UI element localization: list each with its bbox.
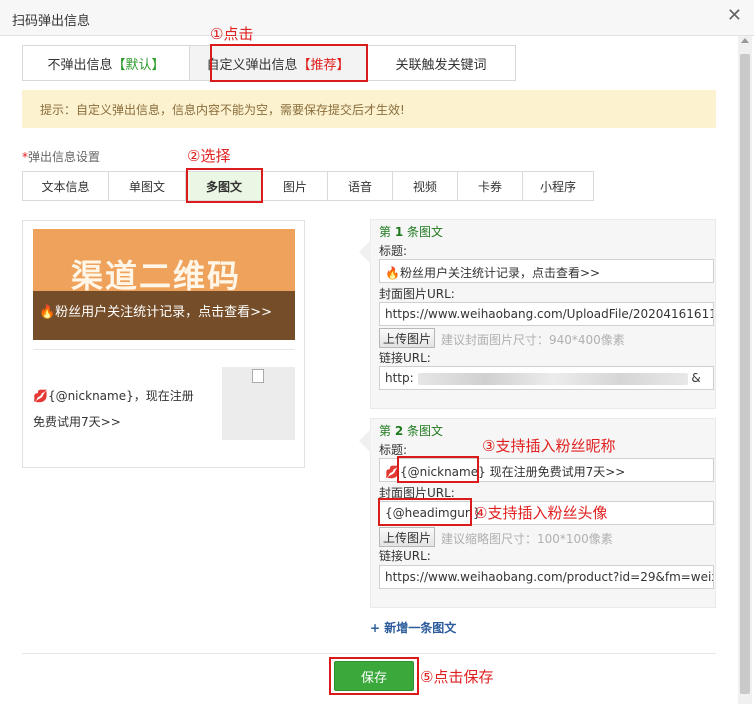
article-2-upload-hint: 建议缩略图尺寸：100*100像素 bbox=[441, 532, 613, 546]
article-1-cover-url-input[interactable]: https://www.weihaobang.com/UploadFile/20… bbox=[379, 302, 714, 326]
tab-text[interactable]: 文本信息 bbox=[22, 171, 109, 201]
close-icon[interactable]: ✕ bbox=[727, 6, 742, 26]
divider bbox=[33, 349, 295, 350]
annotation-select: ②选择 bbox=[187, 147, 231, 165]
broken-image-icon bbox=[252, 369, 264, 383]
annotation-headimg: ④支持插入粉丝头像 bbox=[474, 504, 608, 522]
preview-banner-image[interactable]: 渠道二维码 🔥粉丝用户关注统计记录，点击查看>> bbox=[33, 229, 295, 340]
tab-image[interactable]: 图片 bbox=[262, 171, 328, 201]
heading-number: 1 bbox=[394, 225, 404, 239]
link-url-label: 链接URL: bbox=[379, 351, 431, 365]
link-prefix: http: bbox=[385, 371, 414, 385]
article-1-upload-hint: 建议封面图片尺寸：940*400像素 bbox=[441, 333, 625, 347]
article-1-heading: 第 1 条图文 bbox=[379, 223, 443, 240]
tab-voice[interactable]: 语音 bbox=[327, 171, 393, 201]
tab-label: 关联触发关键词 bbox=[395, 57, 487, 73]
vertical-scrollbar[interactable] bbox=[738, 36, 752, 704]
article-1-link-url-input[interactable]: http: & bbox=[379, 366, 714, 390]
heading-prefix: 第 bbox=[379, 424, 392, 438]
preview-item-2-line1: 💋{@nickname}，现在注册 bbox=[33, 389, 194, 403]
message-type-tabs: 文本信息 单图文 多图文 图片 语音 视频 卡券 小程序 bbox=[22, 171, 594, 201]
footer-divider bbox=[22, 653, 716, 654]
annotation-save: ⑤点击保存 bbox=[420, 668, 494, 686]
tip-banner: 提示：自定义弹出信息，信息内容不能为空，需要保存提交后才生效! bbox=[22, 90, 716, 128]
scrollbar-thumb[interactable] bbox=[740, 54, 750, 694]
article-1-title-input[interactable]: 🔥粉丝用户关注统计记录，点击查看>> bbox=[379, 259, 714, 283]
annotation-box-nickname bbox=[397, 456, 479, 483]
title-label: 标题: bbox=[379, 244, 408, 258]
dialog-titlebar: 扫码弹出信息 ✕ bbox=[0, 0, 754, 36]
tab-video[interactable]: 视频 bbox=[392, 171, 458, 201]
tab-badge-default: 【默认】 bbox=[112, 57, 165, 73]
tab-no-popup[interactable]: 不弹出信息 【默认】 bbox=[22, 45, 190, 81]
cover-url-label: 封面图片URL: bbox=[379, 287, 455, 301]
tab-mini-program[interactable]: 小程序 bbox=[522, 171, 594, 201]
section-label: *弹出信息设置 bbox=[22, 148, 100, 165]
pointer-arrow bbox=[359, 240, 371, 264]
annotation-box-multi-article bbox=[186, 168, 263, 203]
section-label-text: 弹出信息设置 bbox=[28, 150, 101, 164]
dialog-title: 扫码弹出信息 bbox=[12, 14, 91, 29]
heading-number: 2 bbox=[394, 424, 404, 438]
article-2-heading: 第 2 条图文 bbox=[379, 422, 443, 439]
article-1-editor: 第 1 条图文 标题: 🔥粉丝用户关注统计记录，点击查看>> 封面图片URL: … bbox=[359, 219, 716, 409]
annotation-box-save bbox=[329, 657, 419, 695]
tab-single-article[interactable]: 单图文 bbox=[108, 171, 186, 201]
link-suffix: & bbox=[691, 371, 701, 385]
tab-coupon[interactable]: 卡券 bbox=[457, 171, 523, 201]
link-url-label: 链接URL: bbox=[379, 549, 431, 563]
pointer-arrow bbox=[359, 429, 371, 453]
tab-keyword-trigger[interactable]: 关联触发关键词 bbox=[366, 45, 516, 81]
article-preview: 渠道二维码 🔥粉丝用户关注统计记录，点击查看>> 💋{@nickname}，现在… bbox=[22, 220, 305, 468]
preview-thumbnail bbox=[222, 367, 295, 440]
banner-caption-bar: 🔥粉丝用户关注统计记录，点击查看>> bbox=[33, 291, 295, 340]
preview-item-2-line2: 免费试用7天>> bbox=[33, 415, 121, 429]
redacted-url bbox=[417, 372, 688, 385]
article-2-upload-button[interactable]: 上传图片 bbox=[379, 527, 435, 547]
heading-suffix: 条图文 bbox=[407, 424, 444, 438]
add-article-link[interactable]: + 新增一条图文 bbox=[370, 619, 456, 636]
preview-item-2[interactable]: 💋{@nickname}，现在注册 免费试用7天>> bbox=[33, 383, 213, 435]
title-rest: 现在注册免费试用7天>> bbox=[489, 465, 626, 479]
article-1-upload-button[interactable]: 上传图片 bbox=[379, 328, 435, 348]
annotation-click: ①点击 bbox=[210, 25, 254, 43]
annotation-box-custom-tab bbox=[210, 44, 368, 82]
annotation-box-headimgurl bbox=[378, 498, 472, 526]
heading-suffix: 条图文 bbox=[407, 225, 444, 239]
annotation-nickname: ③支持插入粉丝昵称 bbox=[482, 437, 616, 455]
scroll-up-arrow-icon[interactable] bbox=[741, 38, 749, 43]
heading-prefix: 第 bbox=[379, 225, 392, 239]
tab-label: 不弹出信息 bbox=[47, 57, 113, 73]
banner-caption: 🔥粉丝用户关注统计记录，点击查看>> bbox=[39, 305, 272, 320]
article-2-link-url-input[interactable]: https://www.weihaobang.com/product?id=29… bbox=[379, 565, 714, 589]
